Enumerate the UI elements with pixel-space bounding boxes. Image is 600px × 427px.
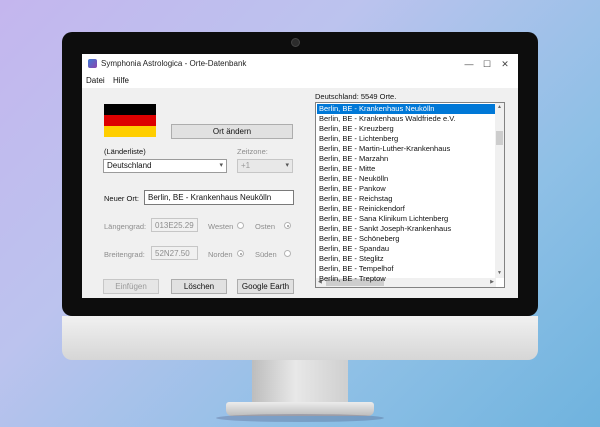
latitude-value: 52N27.50 — [155, 249, 190, 258]
list-item[interactable]: Berlin, BE - Marzahn — [317, 154, 495, 164]
latitude-label: Breitengrad: — [104, 250, 145, 259]
latitude-input[interactable]: 52N27.50 — [151, 246, 198, 260]
timezone-label: Zeitzone: — [237, 147, 268, 156]
menu-datei[interactable]: Datei — [86, 76, 105, 85]
app-icon — [88, 59, 97, 68]
north-radio-label: Norden — [208, 250, 233, 259]
places-listbox[interactable]: ▲ ▼ ◀ ▶ Berlin, BE - Krankenhaus Neuköll… — [315, 102, 505, 288]
close-icon[interactable]: ✕ — [496, 57, 514, 71]
change-place-button[interactable]: Ort ändern — [171, 124, 293, 139]
new-place-value: Berlin, BE - Krankenhaus Neukölln — [148, 193, 272, 202]
country-list-label: (Länderliste) — [104, 147, 146, 156]
south-radio[interactable] — [284, 250, 291, 257]
list-item[interactable]: Berlin, BE - Mitte — [317, 164, 495, 174]
list-item[interactable]: Berlin, BE - Spandau — [317, 244, 495, 254]
delete-button[interactable]: Löschen — [171, 279, 227, 294]
east-radio-label: Osten — [255, 222, 276, 231]
flag-stripe-gold — [104, 126, 156, 137]
scroll-down-icon[interactable]: ▼ — [497, 269, 502, 278]
stand-shadow — [216, 414, 384, 422]
chevron-down-icon: ▾ — [219, 162, 223, 169]
insert-button[interactable]: Einfügen — [103, 279, 159, 294]
country-flag — [104, 104, 156, 137]
list-item[interactable]: Berlin, BE - Sana Klinikum Lichtenberg — [317, 214, 495, 224]
north-radio[interactable] — [237, 250, 244, 257]
list-item[interactable]: Berlin, BE - Reinickendorf — [317, 204, 495, 214]
list-item[interactable]: Berlin, BE - Krankenhaus Waldfriede e.V. — [317, 114, 495, 124]
chevron-down-icon: ▾ — [285, 162, 289, 169]
timezone-select-value: +1 — [241, 161, 251, 170]
list-item[interactable]: Berlin, BE - Reichstag — [317, 194, 495, 204]
flag-stripe-black — [104, 104, 156, 115]
list-item[interactable]: Berlin, BE - Kreuzberg — [317, 124, 495, 134]
west-radio[interactable] — [237, 222, 244, 229]
menu-hilfe[interactable]: Hilfe — [113, 76, 129, 85]
list-item[interactable]: Berlin, BE - Treptow — [317, 274, 495, 284]
app-window: Symphonia Astrologica - Orte-Datenbank —… — [82, 54, 518, 298]
new-place-input[interactable]: Berlin, BE - Krankenhaus Neukölln — [144, 190, 294, 205]
longitude-value: 013E25.29 — [155, 221, 194, 230]
vertical-scroll-thumb[interactable] — [496, 131, 503, 145]
list-item[interactable]: Berlin, BE - Schöneberg — [317, 234, 495, 244]
list-item[interactable]: Berlin, BE - Steglitz — [317, 254, 495, 264]
list-item[interactable]: Berlin, BE - Sankt Joseph-Krankenhaus — [317, 224, 495, 234]
vertical-scrollbar[interactable]: ▲ ▼ — [495, 103, 504, 278]
menu-bar: Datei Hilfe — [82, 74, 518, 88]
monitor-chin — [62, 316, 538, 360]
new-place-label: Neuer Ort: — [104, 194, 140, 203]
scroll-up-icon[interactable]: ▲ — [497, 103, 502, 112]
window-title: Symphonia Astrologica - Orte-Datenbank — [101, 59, 247, 68]
list-item[interactable]: Berlin, BE - Tempelhof — [317, 264, 495, 274]
list-item[interactable]: Berlin, BE - Lichtenberg — [317, 134, 495, 144]
title-bar: Symphonia Astrologica - Orte-Datenbank —… — [82, 54, 518, 74]
west-radio-label: Westen — [208, 222, 234, 231]
flag-stripe-red — [104, 115, 156, 126]
country-select[interactable]: Deutschland ▾ — [103, 159, 227, 173]
list-item[interactable]: Berlin, BE - Krankenhaus Neukölln — [317, 104, 495, 114]
longitude-label: Längengrad: — [104, 222, 147, 231]
list-item[interactable]: Berlin, BE - Pankow — [317, 184, 495, 194]
list-item[interactable]: Berlin, BE - Martin-Luther-Krankenhaus — [317, 144, 495, 154]
minimize-icon[interactable]: — — [460, 57, 478, 71]
south-radio-label: Süden — [255, 250, 277, 259]
places-count-header: Deutschland: 5549 Orte. — [315, 92, 397, 101]
longitude-input[interactable]: 013E25.29 — [151, 218, 198, 232]
list-item[interactable]: Berlin, BE - Neukölln — [317, 174, 495, 184]
google-earth-button[interactable]: Google Earth — [237, 279, 294, 294]
east-radio[interactable] — [284, 222, 291, 229]
timezone-select[interactable]: +1 ▾ — [237, 159, 293, 173]
maximize-icon[interactable]: ☐ — [478, 57, 496, 71]
monitor-stand-neck — [252, 360, 348, 406]
webcam-icon — [291, 38, 300, 47]
country-select-value: Deutschland — [107, 161, 152, 170]
